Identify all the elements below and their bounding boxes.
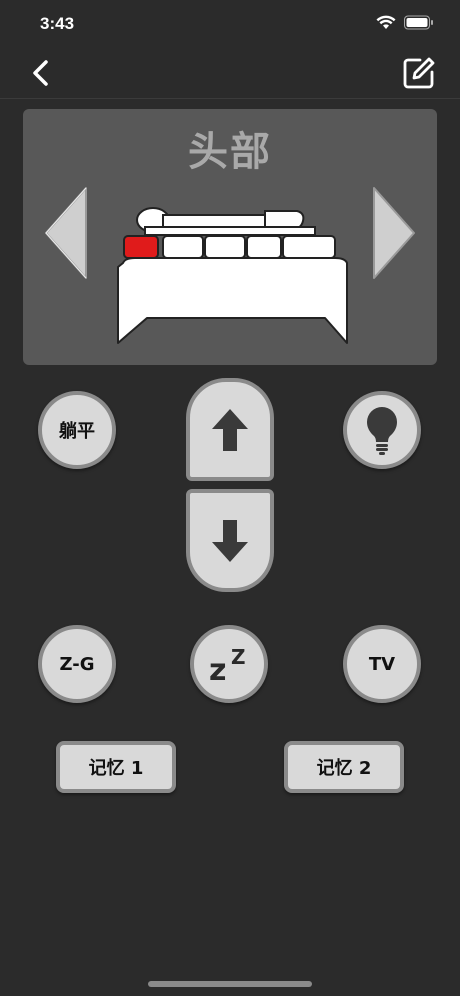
flat-button-label: 躺平 bbox=[59, 421, 95, 442]
memory-2-button[interactable]: 记忆 2 bbox=[284, 741, 404, 793]
bed-segment bbox=[246, 235, 282, 259]
navigation-bar bbox=[0, 48, 460, 99]
edit-button[interactable] bbox=[402, 56, 436, 90]
zero-gravity-label: Z-G bbox=[59, 653, 95, 675]
bed-illustration bbox=[117, 207, 348, 344]
status-icons bbox=[376, 15, 434, 30]
lightbulb-icon bbox=[367, 407, 397, 455]
status-bar: 3:43 bbox=[0, 0, 460, 48]
triangle-left-icon bbox=[45, 187, 87, 279]
wifi-icon bbox=[376, 15, 396, 29]
chevron-left-icon bbox=[33, 60, 48, 86]
panel-title: 头部 bbox=[188, 129, 272, 175]
memory-1-button[interactable]: 记忆 1 bbox=[56, 741, 176, 793]
memory-2-label: 记忆 2 bbox=[316, 758, 372, 779]
status-time: 3:43 bbox=[40, 14, 75, 33]
tv-button[interactable]: TV bbox=[343, 625, 421, 703]
bed-segment bbox=[204, 235, 246, 259]
svg-text:Z: Z bbox=[231, 645, 246, 669]
light-button[interactable] bbox=[343, 391, 421, 469]
battery-icon bbox=[404, 15, 433, 30]
raise-button[interactable] bbox=[186, 378, 274, 481]
memory-1-label: 记忆 1 bbox=[88, 758, 144, 779]
triangle-right-icon bbox=[373, 187, 415, 279]
bed-base bbox=[117, 257, 348, 344]
edit-square-icon bbox=[403, 57, 435, 89]
home-indicator[interactable] bbox=[148, 981, 312, 987]
lower-button[interactable] bbox=[186, 489, 274, 592]
bed-segment bbox=[162, 235, 204, 259]
next-position-button[interactable] bbox=[371, 185, 417, 286]
tv-label: TV bbox=[368, 653, 396, 675]
arrow-up-icon bbox=[212, 408, 248, 451]
anti-snore-button[interactable]: z Z bbox=[190, 625, 268, 703]
bed-segment bbox=[282, 235, 336, 259]
zero-gravity-button[interactable]: Z-G bbox=[38, 625, 116, 703]
flat-button[interactable]: 躺平 bbox=[38, 391, 116, 469]
arrow-down-icon bbox=[212, 519, 248, 562]
bed-segment-head bbox=[123, 235, 159, 259]
svg-text:z: z bbox=[209, 653, 226, 684]
sleep-zz-icon: z Z bbox=[209, 645, 246, 684]
back-button[interactable] bbox=[26, 58, 56, 88]
person-figure bbox=[136, 207, 316, 236]
previous-position-button[interactable] bbox=[43, 185, 89, 286]
position-panel: 头部 bbox=[23, 109, 437, 365]
